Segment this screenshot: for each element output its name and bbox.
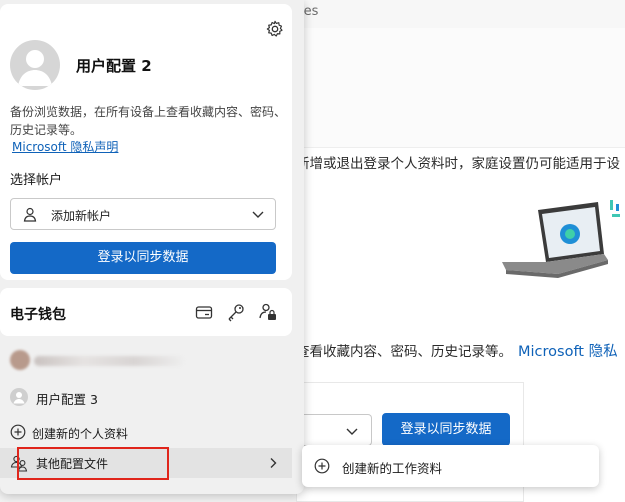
laptop-illustration [502,200,620,278]
chevron-down-icon [252,211,264,218]
settings-header-card [296,28,625,148]
blurred-profile-entry[interactable] [8,348,188,372]
person-lock-icon[interactable] [258,302,278,322]
chevron-down-icon [346,428,358,435]
other-profiles-label: 其他配置文件 [36,457,109,471]
profile-item-3[interactable]: 用户配置 3 [0,382,292,412]
privacy-link-background[interactable]: Microsoft 隐私 [518,344,618,360]
wallet-card: 电子钱包 [0,288,292,336]
people-icon [10,455,28,472]
family-settings-text: 新增或退出登录个人资料时，家庭设置仍可能适用于设 [296,156,620,172]
profile-name: 用户配置 2 [76,57,152,75]
profile-card: 用户配置 2 备份浏览数据，在所有设备上查看收藏内容、密码、历史记录等。 Mic… [0,4,292,280]
avatar [10,350,30,370]
person-icon [23,207,37,222]
chevron-right-icon [270,458,277,468]
add-circle-icon [314,458,330,474]
privacy-statement-link[interactable]: Microsoft 隐私声明 [12,138,118,155]
create-work-profile-label: 创建新的工作资料 [342,461,443,476]
sign-in-sync-button[interactable]: 登录以同步数据 [10,242,276,274]
create-profile-item[interactable]: 创建新的个人资料 [0,418,292,448]
other-profiles-item[interactable]: 其他配置文件 [0,448,292,478]
gear-icon[interactable] [266,20,284,38]
add-circle-icon [10,424,26,440]
redacted-name [34,356,184,366]
account-select[interactable]: 添加新帐户 [10,198,276,230]
sync-description: 备份浏览数据，在所有设备上查看收藏内容、密码、历史记录等。 [10,105,287,137]
wallet-title: 电子钱包 [10,307,66,323]
account-select-background[interactable] [296,414,372,446]
card-icon[interactable] [194,302,214,322]
profile-flyout: 用户配置 2 备份浏览数据，在所有设备上查看收藏内容、密码、历史记录等。 Mic… [0,0,304,494]
create-profile-label: 创建新的个人资料 [32,427,129,441]
avatar [10,388,28,406]
account-select-value: 添加新帐户 [51,209,112,223]
choose-account-label: 选择帐户 [10,173,63,188]
create-work-profile-menu-item[interactable]: 创建新的工作资料 [302,445,599,487]
profile-item-label: 用户配置 3 [36,392,98,407]
backup-description-text: 查看收藏内容、密码、历史记录等。 Microsoft 隐私 [296,344,618,360]
key-icon[interactable] [226,302,246,322]
person-silhouette-icon [18,50,52,86]
sync-button-background[interactable]: 登录以同步数据 [382,413,510,446]
avatar [10,40,60,90]
